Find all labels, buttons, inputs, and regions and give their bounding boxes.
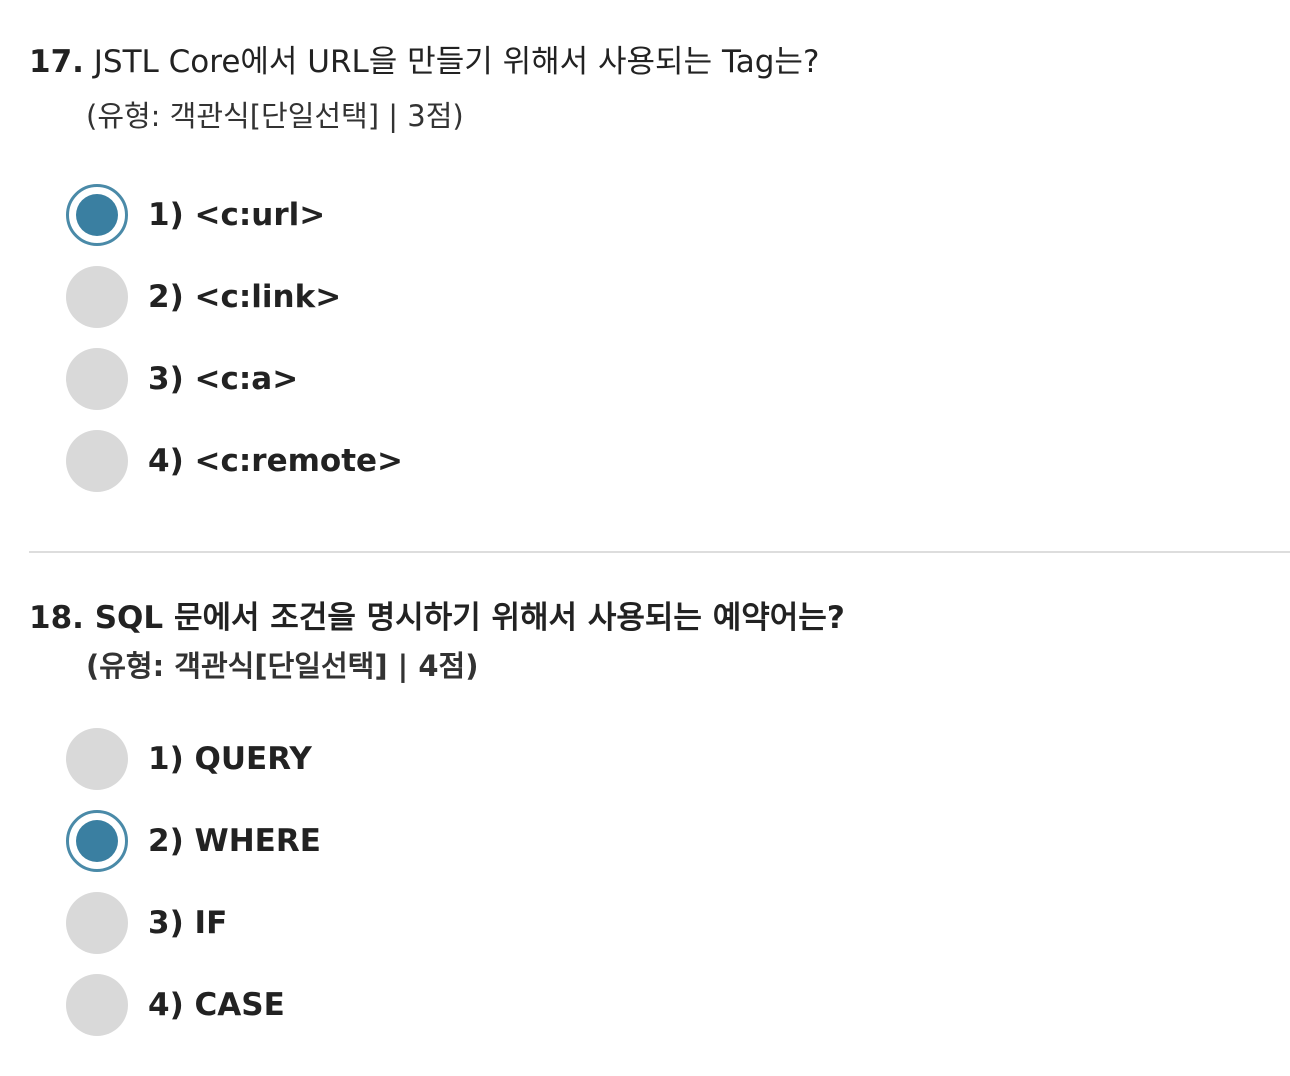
question-meta: (유형: 객관식[단일선택] | 3점) [86, 99, 464, 133]
option-label: 2) <c:link> [148, 279, 342, 315]
option-label: 1) QUERY [148, 741, 312, 777]
option-4[interactable]: 4) <c:remote> [66, 430, 666, 492]
option-1[interactable]: 1) QUERY [66, 728, 666, 790]
radio-button[interactable] [66, 728, 128, 790]
question-number: 17. [29, 44, 84, 80]
question-divider [29, 551, 1290, 553]
question-title: 17. JSTL Core에서 URL을 만들기 위해서 사용되는 Tag는? [29, 42, 819, 82]
option-3[interactable]: 3) IF [66, 892, 666, 954]
radio-button[interactable] [66, 430, 128, 492]
option-label: 4) <c:remote> [148, 443, 404, 479]
radio-button[interactable] [66, 266, 128, 328]
radio-button[interactable] [66, 348, 128, 410]
option-label: 4) CASE [148, 987, 285, 1023]
option-label: 3) IF [148, 905, 228, 941]
option-1[interactable]: 1) <c:url> [66, 184, 666, 246]
option-3[interactable]: 3) <c:a> [66, 348, 666, 410]
radio-button[interactable] [66, 974, 128, 1036]
radio-dot [76, 194, 118, 236]
option-label: 2) WHERE [148, 823, 321, 859]
option-4[interactable]: 4) CASE [66, 974, 666, 1036]
radio-button-selected[interactable] [66, 184, 128, 246]
question-meta: (유형: 객관식[단일선택] | 4점) [86, 649, 479, 683]
option-2[interactable]: 2) <c:link> [66, 266, 666, 328]
question-number: 18. [29, 600, 84, 636]
option-label: 1) <c:url> [148, 197, 326, 233]
option-2[interactable]: 2) WHERE [66, 810, 666, 872]
radio-button-selected[interactable] [66, 810, 128, 872]
radio-dot [76, 820, 118, 862]
radio-button[interactable] [66, 892, 128, 954]
question-title: 18. SQL 문에서 조건을 명시하기 위해서 사용되는 예약어는? [29, 598, 845, 638]
question-text: JSTL Core에서 URL을 만들기 위해서 사용되는 Tag는? [93, 44, 820, 80]
question-text: SQL 문에서 조건을 명시하기 위해서 사용되는 예약어는? [94, 600, 845, 636]
option-label: 3) <c:a> [148, 361, 299, 397]
